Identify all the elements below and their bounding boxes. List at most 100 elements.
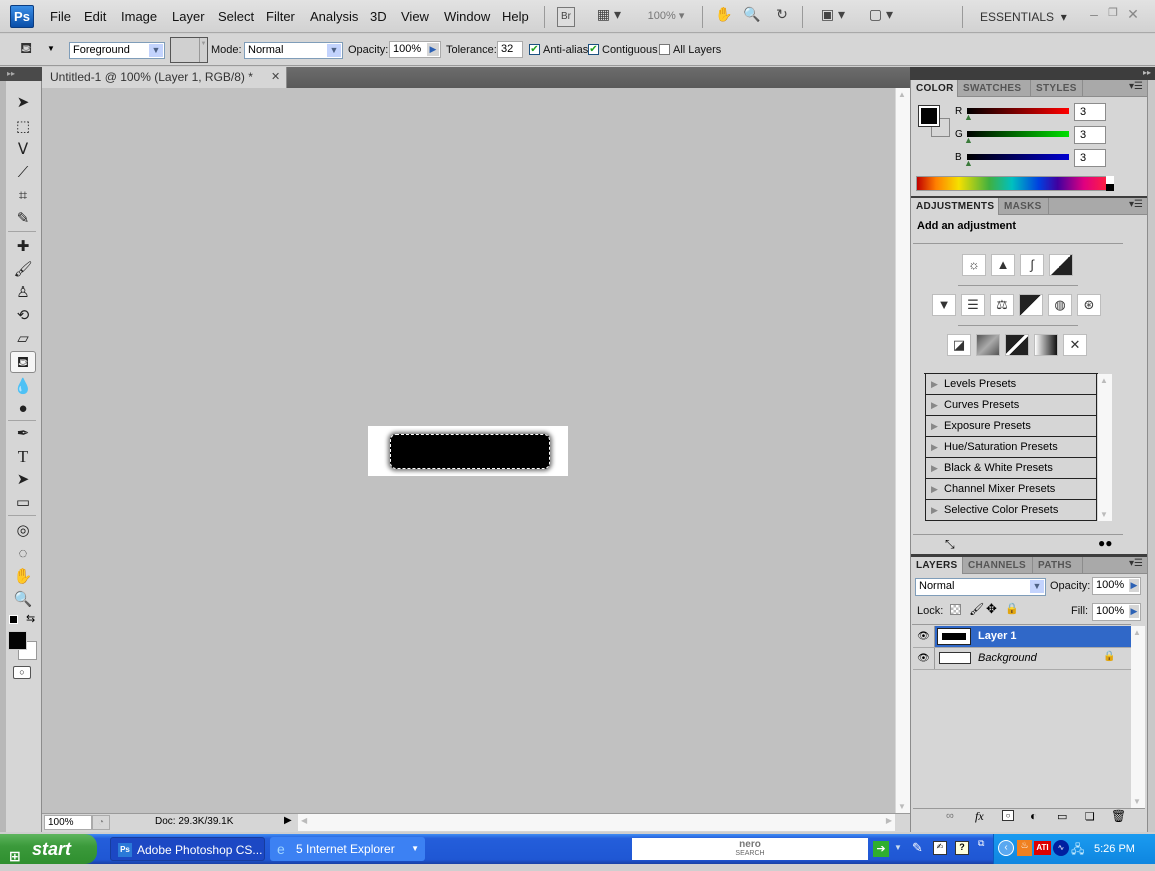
- green-value-field[interactable]: 3: [1074, 126, 1106, 144]
- crop-tool-icon[interactable]: ⌗: [10, 185, 36, 207]
- scroll-left-icon[interactable]: ◀: [301, 816, 307, 825]
- preset-selective-color[interactable]: ▶ Selective Color Presets: [925, 500, 1097, 521]
- hue-saturation-icon[interactable]: ☰: [961, 294, 985, 316]
- scroll-right-icon[interactable]: ▶: [886, 816, 892, 825]
- expand-view-icon[interactable]: ⤡: [945, 537, 955, 552]
- eyedropper-tool-icon[interactable]: ✎: [10, 208, 36, 230]
- invert-icon[interactable]: ◪: [947, 334, 971, 356]
- blue-value-field[interactable]: 3: [1074, 149, 1106, 167]
- search-go-icon[interactable]: ➔: [873, 841, 889, 857]
- red-slider-thumb[interactable]: ▲: [964, 112, 973, 122]
- ati-tray-icon[interactable]: ATI: [1034, 841, 1051, 855]
- fill-field[interactable]: 100% ▶: [1092, 603, 1141, 621]
- threshold-icon[interactable]: [1005, 334, 1029, 356]
- menu-edit[interactable]: Edit: [84, 9, 106, 24]
- close-tab-icon[interactable]: ✕: [271, 70, 280, 83]
- layer-opacity-field[interactable]: 100% ▶: [1092, 577, 1141, 595]
- layer-style-icon[interactable]: fx: [975, 809, 984, 824]
- path-selection-tool-icon[interactable]: ➤: [10, 469, 36, 491]
- clone-stamp-tool-icon[interactable]: ♙: [10, 282, 36, 304]
- tab-channels[interactable]: CHANNELS: [963, 557, 1033, 574]
- adjustment-layer-icon[interactable]: ◐: [1030, 809, 1037, 823]
- menu-view[interactable]: View: [401, 9, 429, 24]
- mode-select[interactable]: Normal ▼: [244, 42, 343, 59]
- clock[interactable]: 5:26 PM: [1094, 843, 1135, 855]
- zoom-level-dropdown[interactable]: 100% ▾: [641, 6, 691, 26]
- language-bar-icon[interactable]: ⧉: [978, 838, 984, 849]
- color-ramp[interactable]: [916, 176, 1108, 191]
- delete-layer-icon[interactable]: 🗑: [1111, 809, 1126, 823]
- menu-window[interactable]: Window: [444, 9, 490, 24]
- lock-all-icon[interactable]: 🔒: [1005, 602, 1019, 615]
- tab-layers[interactable]: LAYERS: [911, 557, 963, 574]
- menu-select[interactable]: Select: [218, 9, 254, 24]
- lock-transparent-icon[interactable]: [950, 604, 961, 615]
- 3d-rotate-tool-icon[interactable]: ◎: [10, 520, 36, 542]
- blend-mode-select[interactable]: Normal ▼: [915, 578, 1046, 596]
- opacity-slider-arrow[interactable]: ▶: [427, 43, 439, 56]
- pen-tray-icon[interactable]: ✎: [912, 840, 923, 856]
- screen-mode-icon[interactable]: ▢ ▾: [864, 6, 898, 26]
- lock-position-icon[interactable]: ✥: [986, 601, 997, 617]
- color-balance-icon[interactable]: ⚖: [990, 294, 1014, 316]
- foreground-color-chip[interactable]: [918, 105, 940, 127]
- close-button[interactable]: ✕: [1126, 6, 1140, 26]
- marquee-tool-icon[interactable]: ⬚: [10, 116, 36, 138]
- workspace-switcher[interactable]: ESSENTIALS ▾: [980, 6, 1072, 26]
- zoom-tool-icon[interactable]: 🔍: [10, 589, 36, 611]
- document-tab[interactable]: Untitled-1 @ 100% (Layer 1, RGB/8) * ✕: [42, 67, 287, 88]
- dodge-tool-icon[interactable]: ●: [10, 398, 36, 420]
- foreground-color-swatch[interactable]: [8, 631, 27, 650]
- vibrance-icon[interactable]: ▼: [932, 294, 956, 316]
- nero-search-box[interactable]: nero SEARCH: [632, 838, 868, 860]
- menu-filter[interactable]: Filter: [266, 9, 295, 24]
- gradient-map-icon[interactable]: [1034, 334, 1058, 356]
- menu-analysis[interactable]: Analysis: [310, 9, 358, 24]
- opacity-slider-arrow[interactable]: ▶: [1129, 579, 1139, 592]
- default-colors-icon[interactable]: [9, 615, 18, 624]
- minimize-button[interactable]: –: [1088, 6, 1100, 26]
- help-tray-icon[interactable]: ?: [955, 841, 969, 855]
- quick-mask-icon[interactable]: ○: [13, 666, 31, 679]
- visibility-eye-icon[interactable]: 👁: [913, 626, 935, 647]
- red-value-field[interactable]: 3: [1074, 103, 1106, 121]
- audio-tray-icon[interactable]: ∿: [1053, 840, 1069, 856]
- menu-help[interactable]: Help: [502, 9, 529, 24]
- blue-slider[interactable]: [967, 154, 1069, 160]
- preset-hue-saturation[interactable]: ▶ Hue/Saturation Presets: [925, 437, 1097, 458]
- lasso-tool-icon[interactable]: ᐯ: [10, 139, 36, 161]
- start-button[interactable]: ⊞ start: [0, 834, 97, 864]
- fill-slider-arrow[interactable]: ▶: [1129, 605, 1139, 618]
- rotate-view-icon[interactable]: ↻: [772, 6, 792, 26]
- panel-menu-icon[interactable]: ▾☰: [1129, 199, 1143, 210]
- arrange-documents-icon[interactable]: ▣ ▾: [816, 6, 850, 26]
- photo-filter-icon[interactable]: ◍: [1048, 294, 1072, 316]
- paint-bucket-tool-icon[interactable]: ⛾: [10, 351, 36, 373]
- horizontal-scrollbar[interactable]: ◀ ▶: [298, 814, 895, 831]
- tolerance-field[interactable]: 32: [497, 41, 523, 58]
- curves-icon[interactable]: ∫: [1020, 254, 1044, 276]
- opacity-field[interactable]: 100% ▶: [389, 41, 441, 58]
- scroll-down-icon[interactable]: ▼: [898, 802, 906, 811]
- healing-brush-tool-icon[interactable]: ✚: [10, 236, 36, 258]
- zoom-tool-icon[interactable]: 🔍: [742, 6, 762, 26]
- black-white-icon[interactable]: [1019, 294, 1043, 316]
- zoom-level-field[interactable]: 100%: [44, 815, 92, 830]
- bridge-button[interactable]: Br: [557, 7, 575, 27]
- brightness-contrast-icon[interactable]: ☼: [962, 254, 986, 276]
- tab-paths[interactable]: PATHS: [1033, 557, 1083, 574]
- layer-row-background[interactable]: 👁 Background 🔒: [913, 648, 1131, 670]
- preset-dropdown-arrow[interactable]: ▼: [47, 44, 55, 53]
- link-layers-icon[interactable]: ∞: [946, 810, 954, 822]
- layer-name[interactable]: Layer 1: [978, 630, 1017, 642]
- clock-icon[interactable]: ◔: [92, 815, 110, 830]
- preset-curves[interactable]: ▶ Curves Presets: [925, 395, 1097, 416]
- preset-black-white[interactable]: ▶ Black & White Presets: [925, 458, 1097, 479]
- tab-styles[interactable]: STYLES: [1031, 80, 1083, 97]
- lock-image-icon[interactable]: 🖌: [969, 602, 984, 616]
- hand-tool-icon[interactable]: ✋: [714, 6, 734, 26]
- java-tray-icon[interactable]: ♨: [1017, 840, 1032, 856]
- posterize-icon[interactable]: [976, 334, 1000, 356]
- brush-tool-icon[interactable]: 🖌: [10, 259, 36, 281]
- exposure-icon[interactable]: [1049, 254, 1073, 276]
